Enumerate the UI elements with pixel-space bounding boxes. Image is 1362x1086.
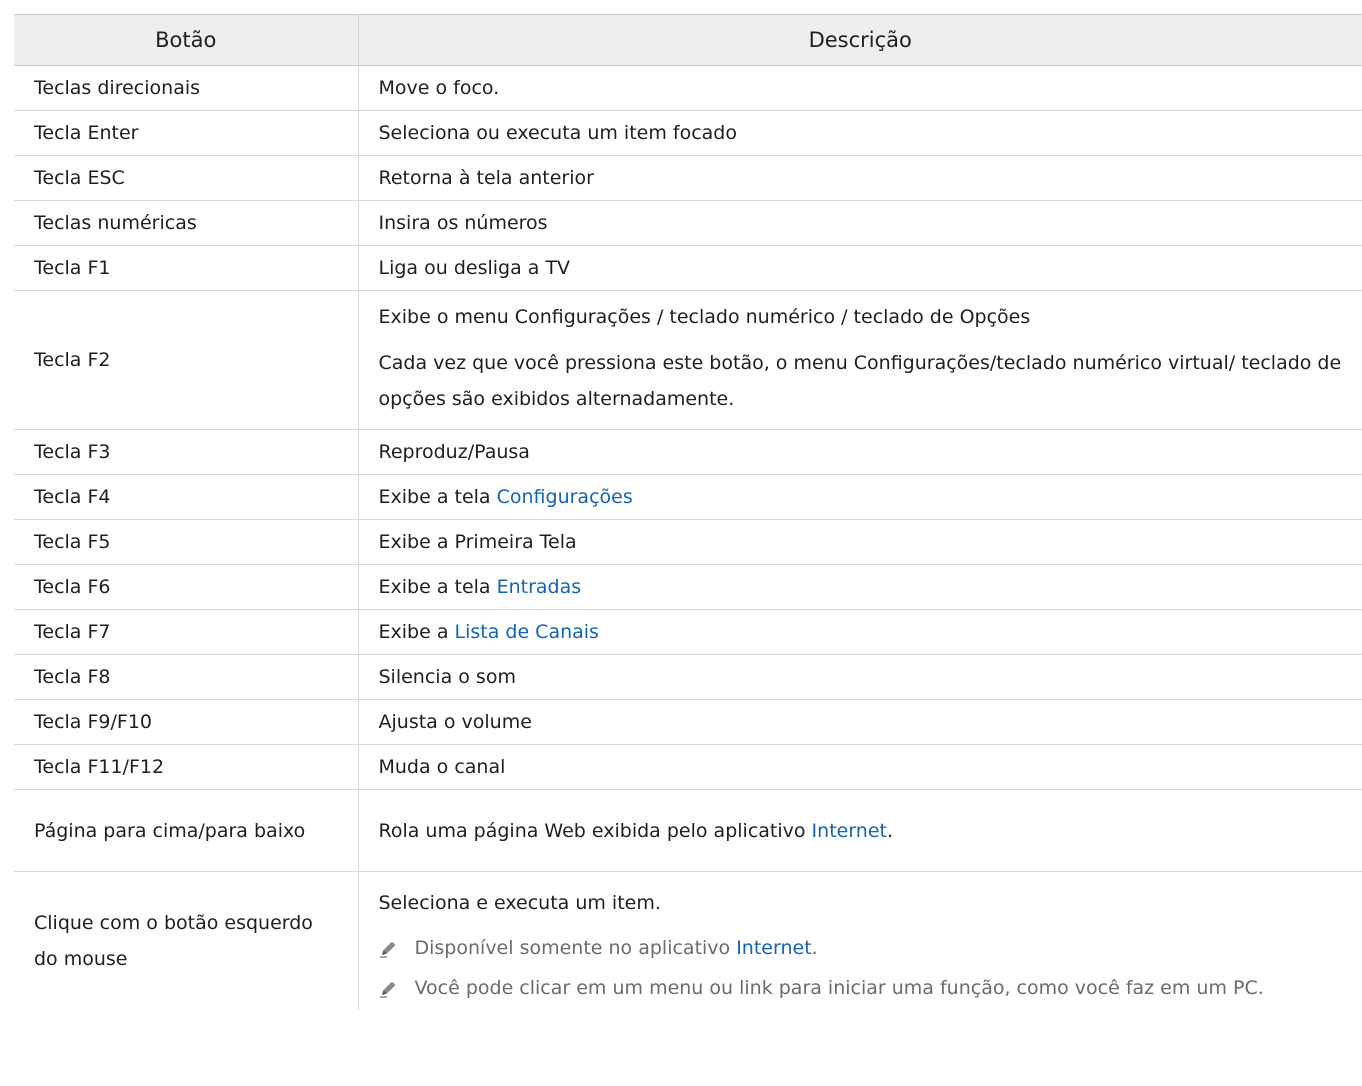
- row-desc: Reproduz/Pausa: [358, 429, 1362, 475]
- table-row: Teclas numéricas Insira os números: [14, 200, 1362, 246]
- header-description: Descrição: [358, 14, 1362, 66]
- desc-text: Rola uma página Web exibida pelo aplicat…: [378, 819, 812, 842]
- pencil-note-icon: [379, 941, 395, 958]
- row-desc: Liga ou desliga a TV: [358, 245, 1362, 291]
- note-line: Você pode clicar em um menu ou link para…: [379, 970, 1343, 1006]
- row-key: Teclas direcionais: [14, 65, 359, 111]
- table-row: Tecla Enter Seleciona ou executa um item…: [14, 110, 1362, 156]
- row-desc: Muda o canal: [358, 744, 1362, 790]
- row-desc: Exibe o menu Configurações / teclado num…: [358, 290, 1362, 430]
- table-row: Tecla ESC Retorna à tela anterior: [14, 155, 1362, 201]
- table-row: Tecla F11/F12 Muda o canal: [14, 744, 1362, 790]
- note-text: Você pode clicar em um menu ou link para…: [414, 977, 1264, 999]
- row-desc: Retorna à tela anterior: [358, 155, 1362, 201]
- table-row: Página para cima/para baixo Rola uma pág…: [14, 789, 1362, 872]
- row-desc-line: Seleciona e executa um item.: [378, 892, 661, 914]
- pencil-note-icon: [379, 981, 395, 998]
- inputs-link[interactable]: Entradas: [497, 576, 582, 598]
- table-row: Tecla F7 Exibe a Lista de Canais: [14, 609, 1362, 655]
- row-desc: Ajusta o volume: [358, 699, 1362, 745]
- table-row: Teclas direcionais Move o foco.: [14, 65, 1362, 111]
- row-key: Tecla F1: [14, 245, 359, 291]
- row-desc: Exibe a tela Entradas: [358, 564, 1362, 610]
- table-row: Clique com o botão esquerdo do mouse Sel…: [14, 871, 1362, 1011]
- row-key: Tecla F4: [14, 474, 359, 520]
- desc-text: Exibe a tela: [378, 486, 497, 508]
- row-desc: Seleciona e executa um item. Disponível …: [358, 872, 1362, 1011]
- row-desc-line: Cada vez que você pressiona este botão, …: [378, 352, 1342, 410]
- row-desc-line: Exibe o menu Configurações / teclado num…: [378, 306, 1031, 328]
- settings-link[interactable]: Configurações: [497, 486, 633, 508]
- row-key: Clique com o botão esquerdo do mouse: [14, 871, 359, 1010]
- table-row: Tecla F2 Exibe o menu Configurações / te…: [14, 290, 1362, 430]
- row-desc: Seleciona ou executa um item focado: [358, 110, 1362, 156]
- table-header-row: Botão Descrição: [14, 14, 1362, 66]
- note-text: .: [811, 937, 818, 959]
- table-row: Tecla F9/F10 Ajusta o volume: [14, 699, 1362, 745]
- row-desc: Move o foco.: [358, 65, 1362, 111]
- row-desc: Rola uma página Web exibida pelo aplicat…: [358, 789, 1362, 872]
- shortcut-table: Botão Descrição Teclas direcionais Move …: [14, 14, 1362, 1010]
- note-line: Disponível somente no aplicativo Interne…: [379, 930, 1343, 966]
- table-row: Tecla F6 Exibe a tela Entradas: [14, 564, 1362, 610]
- note-text: Disponível somente no aplicativo: [414, 937, 737, 959]
- row-desc: Exibe a Lista de Canais: [358, 609, 1362, 655]
- row-key: Tecla F8: [14, 654, 359, 700]
- row-key: Página para cima/para baixo: [14, 789, 359, 872]
- row-key: Tecla F3: [14, 429, 359, 475]
- desc-text: Exibe a: [378, 621, 455, 643]
- table-row: Tecla F1 Liga ou desliga a TV: [14, 245, 1362, 291]
- channel-list-link[interactable]: Lista de Canais: [455, 621, 599, 643]
- row-desc: Silencia o som: [358, 654, 1362, 700]
- row-key: Tecla F5: [14, 519, 359, 565]
- row-desc: Exibe a tela Configurações: [358, 474, 1362, 520]
- row-key: Tecla F2: [14, 290, 359, 430]
- row-key: Tecla ESC: [14, 155, 359, 201]
- row-key: Tecla F11/F12: [14, 744, 359, 790]
- row-key: Tecla Enter: [14, 110, 359, 156]
- row-desc: Insira os números: [358, 200, 1362, 246]
- row-key: Teclas numéricas: [14, 200, 359, 246]
- table-row: Tecla F4 Exibe a tela Configurações: [14, 474, 1362, 520]
- table-row: Tecla F5 Exibe a Primeira Tela: [14, 519, 1362, 565]
- header-button: Botão: [14, 14, 359, 66]
- row-key: Tecla F7: [14, 609, 359, 655]
- row-key: Tecla F9/F10: [14, 699, 359, 745]
- internet-link[interactable]: Internet: [736, 937, 811, 959]
- table-row: Tecla F3 Reproduz/Pausa: [14, 429, 1362, 475]
- internet-link[interactable]: Internet: [812, 820, 887, 842]
- table-row: Tecla F8 Silencia o som: [14, 654, 1362, 700]
- desc-text: .: [887, 819, 894, 842]
- row-key: Tecla F6: [14, 564, 359, 610]
- desc-text: Exibe a tela: [378, 576, 497, 598]
- row-desc: Exibe a Primeira Tela: [358, 519, 1362, 565]
